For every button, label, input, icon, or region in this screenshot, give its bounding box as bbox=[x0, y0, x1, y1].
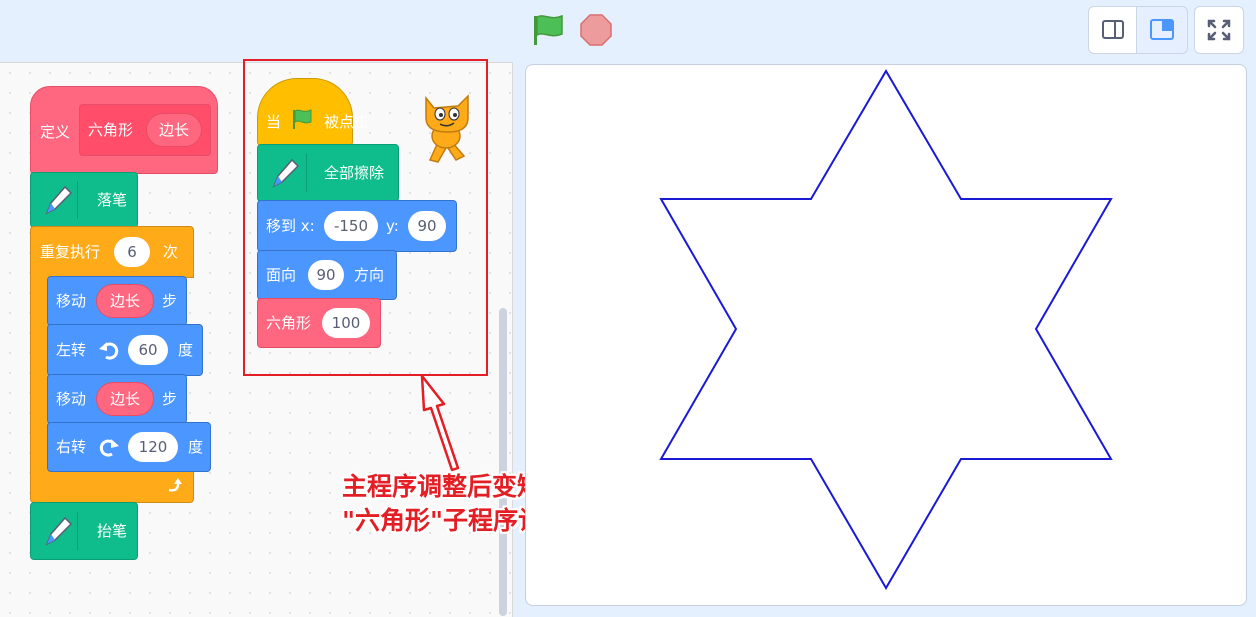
small-stage-button[interactable] bbox=[1088, 6, 1138, 54]
repeat-unit-label: 次 bbox=[163, 243, 179, 261]
green-flag-button[interactable] bbox=[528, 10, 568, 50]
turn-left-degrees-input[interactable]: 60 bbox=[128, 335, 168, 365]
loop-arrow-icon bbox=[168, 478, 182, 492]
pen-up-block[interactable]: 抬笔 bbox=[30, 502, 138, 560]
turn-right-degrees-input[interactable]: 120 bbox=[128, 432, 178, 462]
turn-left-label: 左转 bbox=[56, 341, 87, 359]
pen-up-label: 抬笔 bbox=[97, 522, 128, 540]
rotate-right-icon bbox=[99, 439, 119, 457]
code-scrollbar[interactable] bbox=[499, 308, 507, 616]
turn-right-unit: 度 bbox=[188, 438, 204, 456]
repeat-count-input[interactable]: 6 bbox=[114, 237, 150, 267]
normal-stage-icon bbox=[1150, 19, 1174, 40]
fullscreen-button[interactable] bbox=[1194, 6, 1244, 54]
small-stage-icon bbox=[1102, 20, 1124, 39]
move-label: 移动 bbox=[56, 390, 87, 408]
stage[interactable] bbox=[525, 64, 1247, 606]
move-arg-edge-length[interactable]: 边长 bbox=[96, 382, 154, 416]
define-label: 定义 bbox=[40, 123, 71, 141]
pen-icon bbox=[39, 181, 78, 219]
normal-stage-button[interactable] bbox=[1136, 6, 1188, 54]
pen-down-label: 落笔 bbox=[97, 191, 128, 209]
proc-prototype: 六角形 边长 bbox=[79, 104, 211, 156]
fullscreen-icon bbox=[1207, 19, 1231, 41]
turn-right-block[interactable]: 右转 120 度 bbox=[47, 422, 211, 472]
move-unit: 步 bbox=[162, 390, 178, 408]
stop-button[interactable] bbox=[578, 12, 614, 48]
highlight-box bbox=[243, 59, 488, 376]
pen-down-block[interactable]: 落笔 bbox=[30, 172, 138, 228]
move-block-2[interactable]: 移动 边长 步 bbox=[47, 374, 187, 424]
repeat-arm bbox=[30, 276, 48, 472]
move-arg-edge-length[interactable]: 边长 bbox=[96, 284, 154, 318]
repeat-bottom bbox=[30, 470, 194, 503]
proc-name-label: 六角形 bbox=[88, 121, 134, 139]
turn-left-block[interactable]: 左转 60 度 bbox=[47, 324, 203, 376]
turn-left-unit: 度 bbox=[178, 341, 194, 359]
repeat-block[interactable]: 重复执行 6 次 bbox=[30, 226, 194, 278]
hexagram-star bbox=[659, 69, 1113, 590]
rotate-left-icon bbox=[99, 342, 119, 360]
toolbar bbox=[0, 0, 1256, 62]
define-block[interactable]: 定义 六角形 边长 bbox=[30, 86, 218, 174]
move-block-1[interactable]: 移动 边长 步 bbox=[47, 276, 187, 326]
turn-right-label: 右转 bbox=[56, 438, 87, 456]
repeat-label: 重复执行 bbox=[40, 243, 101, 261]
hexagram-drawing bbox=[659, 69, 1113, 590]
param-edge-length[interactable]: 边长 bbox=[146, 113, 202, 147]
move-unit: 步 bbox=[162, 292, 178, 310]
annotation-arrow-icon bbox=[420, 374, 460, 472]
green-flag-icon bbox=[534, 14, 563, 45]
stop-icon bbox=[580, 14, 612, 46]
pen-icon bbox=[39, 512, 78, 550]
move-label: 移动 bbox=[56, 292, 87, 310]
